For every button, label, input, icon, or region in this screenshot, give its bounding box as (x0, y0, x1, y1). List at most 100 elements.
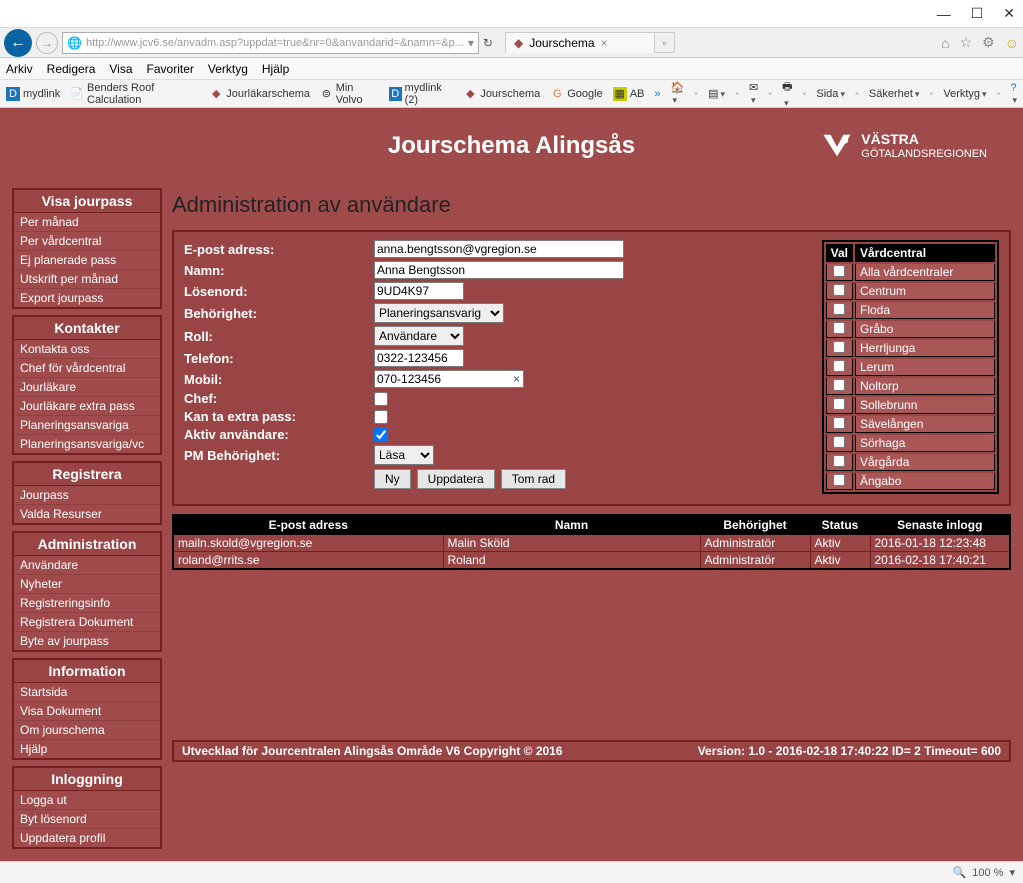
email-input[interactable] (374, 240, 624, 258)
toolbar-sida[interactable]: Sida (816, 88, 845, 100)
vc-name-cell[interactable]: Ängabo (855, 473, 995, 490)
sidebar-item[interactable]: Jourläkare extra pass (14, 397, 160, 416)
fav-mydlink[interactable]: Dmydlink (6, 87, 60, 101)
sidebar-item[interactable]: Byt lösenord (14, 810, 160, 829)
sidebar-item[interactable]: Per månad (14, 213, 160, 232)
fav-mydlink2[interactable]: Dmydlink (2) (389, 82, 453, 106)
sidebar-item[interactable]: Planeringsansvariga (14, 416, 160, 435)
pm-select[interactable]: Läsa (374, 445, 434, 465)
menu-verktyg[interactable]: Verktyg (208, 62, 248, 76)
sidebar-item[interactable]: Startsida (14, 683, 160, 702)
vc-checkbox[interactable] (833, 284, 845, 296)
toolbar-sakerhet[interactable]: Säkerhet (869, 88, 920, 100)
fav-jourschema[interactable]: ◆Jourschema (463, 87, 540, 101)
smiley-icon[interactable]: ☺ (1005, 35, 1019, 51)
menu-hjalp[interactable]: Hjälp (262, 62, 289, 76)
vc-name-cell[interactable]: Sörhaga (855, 435, 995, 452)
vc-name-cell[interactable]: Lerum (855, 359, 995, 376)
sidebar-item[interactable]: Visa Dokument (14, 702, 160, 721)
sidebar-item[interactable]: Nyheter (14, 575, 160, 594)
nav-back-button[interactable]: ← (4, 29, 32, 57)
sidebar-item[interactable]: Hjälp (14, 740, 160, 758)
fav-google[interactable]: GGoogle (550, 87, 602, 101)
vc-name-cell[interactable]: Sävelången (855, 416, 995, 433)
toolbar-feed-dropdown[interactable]: ▤ (708, 87, 725, 100)
ny-button[interactable]: Ny (374, 469, 411, 489)
minimize-button[interactable]: — (937, 6, 951, 22)
sidebar-item[interactable]: Export jourpass (14, 289, 160, 307)
sidebar-item[interactable]: Chef för vårdcentral (14, 359, 160, 378)
menu-visa[interactable]: Visa (109, 62, 132, 76)
url-input[interactable]: 🌐 http://www.jcv6.se/anvadm.asp?uppdat=t… (62, 32, 479, 54)
vc-checkbox[interactable] (833, 436, 845, 448)
sidebar-item[interactable]: Utskrift per månad (14, 270, 160, 289)
sidebar-item[interactable]: Valda Resurser (14, 505, 160, 523)
extra-checkbox[interactable] (374, 410, 388, 424)
behorighet-select[interactable]: Planeringsansvarig (374, 303, 504, 323)
new-tab-button[interactable]: ▫ (655, 32, 675, 53)
fav-ab[interactable]: ▦AB (613, 87, 645, 101)
vc-name-cell[interactable]: Floda (855, 302, 995, 319)
user-row[interactable]: roland@rrits.seRolandAdministratörAktiv2… (173, 552, 1010, 570)
vc-name-cell[interactable]: Vårgårda (855, 454, 995, 471)
sidebar-item[interactable]: Uppdatera profil (14, 829, 160, 847)
vc-checkbox[interactable] (833, 417, 845, 429)
sidebar-item[interactable]: Planeringsansvariga/vc (14, 435, 160, 453)
sidebar-item[interactable]: Jourpass (14, 486, 160, 505)
toolbar-verktyg[interactable]: Verktyg (943, 88, 986, 100)
zoom-dropdown-icon[interactable]: ▾ (1009, 866, 1015, 879)
roll-select[interactable]: Användare (374, 326, 464, 346)
chef-checkbox[interactable] (374, 392, 388, 406)
losenord-input[interactable] (374, 282, 464, 300)
vc-name-cell[interactable]: Gråbo (855, 321, 995, 338)
settings-icon[interactable]: ⚙ (982, 34, 995, 51)
fav-jourlakarschema[interactable]: ◆Jourläkarschema (209, 87, 310, 101)
fav-benders[interactable]: 📄Benders Roof Calculation (70, 82, 199, 106)
sidebar-item[interactable]: Registreringsinfo (14, 594, 160, 613)
vc-checkbox[interactable] (833, 341, 845, 353)
browser-tab[interactable]: ◆ Jourschema × (505, 32, 655, 53)
refresh-button[interactable]: ↻ (483, 36, 493, 50)
clear-mobil-icon[interactable]: × (513, 372, 520, 386)
vc-name-cell[interactable]: Centrum (855, 283, 995, 300)
maximize-button[interactable]: ☐ (971, 5, 984, 22)
vc-name-cell[interactable]: Herrljunga (855, 340, 995, 357)
vc-checkbox[interactable] (833, 398, 845, 410)
favorites-icon[interactable]: ☆ (960, 34, 973, 51)
sidebar-item[interactable]: Kontakta oss (14, 340, 160, 359)
toolbar-help-icon[interactable]: ? (1010, 82, 1017, 106)
close-button[interactable]: ✕ (1003, 5, 1015, 22)
vc-checkbox[interactable] (833, 303, 845, 315)
tomrad-button[interactable]: Tom rad (501, 469, 566, 489)
toolbar-home-dropdown[interactable]: 🏠 (671, 81, 685, 106)
zoom-out-icon[interactable]: 🔍 (953, 866, 967, 879)
nav-forward-button[interactable]: → (36, 32, 58, 54)
more-chevron-icon[interactable]: » (654, 88, 660, 100)
toolbar-print-dropdown[interactable]: 🖶 (782, 78, 792, 109)
telefon-input[interactable] (374, 349, 464, 367)
vc-checkbox[interactable] (833, 360, 845, 372)
uppdatera-button[interactable]: Uppdatera (417, 469, 495, 489)
sidebar-item[interactable]: Registrera Dokument (14, 613, 160, 632)
dropdown-icon[interactable]: ▾ (468, 36, 474, 50)
sidebar-item[interactable]: Jourläkare (14, 378, 160, 397)
sidebar-item[interactable]: Logga ut (14, 791, 160, 810)
aktiv-checkbox[interactable] (374, 428, 388, 442)
toolbar-mail-dropdown[interactable]: ✉ (749, 81, 758, 106)
fav-minvolvo[interactable]: ⊜Min Volvo (320, 82, 379, 106)
vc-checkbox[interactable] (833, 322, 845, 334)
menu-favoriter[interactable]: Favoriter (147, 62, 194, 76)
vc-checkbox[interactable] (833, 455, 845, 467)
vc-checkbox[interactable] (833, 265, 845, 277)
sidebar-item[interactable]: Byte av jourpass (14, 632, 160, 650)
vc-checkbox[interactable] (833, 379, 845, 391)
vc-name-cell[interactable]: Sollebrunn (855, 397, 995, 414)
mobil-input[interactable] (374, 370, 524, 388)
vc-name-cell[interactable]: Alla vårdcentraler (855, 264, 995, 281)
tab-close-icon[interactable]: × (601, 36, 608, 50)
user-row[interactable]: mailn.skold@vgregion.seMalin SköldAdmini… (173, 535, 1010, 552)
sidebar-item[interactable]: Per vårdcentral (14, 232, 160, 251)
vc-name-cell[interactable]: Noltorp (855, 378, 995, 395)
sidebar-item[interactable]: Ej planerade pass (14, 251, 160, 270)
home-icon[interactable]: ⌂ (941, 35, 949, 51)
